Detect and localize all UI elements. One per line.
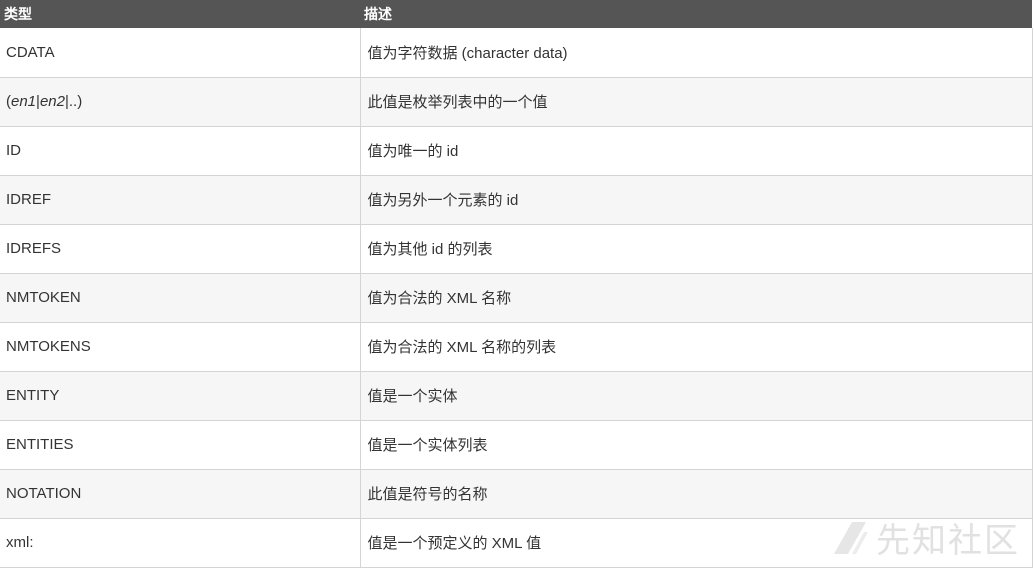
table-row: NMTOKENS 值为合法的 XML 名称的列表 (0, 322, 1033, 372)
cell-type: ENTITY (0, 371, 361, 421)
cell-type: ID (0, 126, 361, 176)
cell-description: 此值是符号的名称 (360, 469, 1033, 519)
cell-type: (en1|en2|..) (0, 77, 361, 127)
cell-description: 值为字符数据 (character data) (360, 28, 1033, 78)
cell-type: ENTITIES (0, 420, 361, 470)
table-row: NMTOKEN 值为合法的 XML 名称 (0, 273, 1033, 323)
cell-type: xml: (0, 518, 361, 568)
table-row: CDATA 值为字符数据 (character data) (0, 28, 1033, 78)
cell-description: 值为唯一的 id (360, 126, 1033, 176)
cell-description: 值为合法的 XML 名称 (360, 273, 1033, 323)
cell-description: 值是一个预定义的 XML 值 (360, 518, 1033, 568)
header-type: 类型 (4, 6, 32, 22)
cell-description: 此值是枚举列表中的一个值 (360, 77, 1033, 127)
table-row: ID 值为唯一的 id (0, 126, 1033, 176)
table-row: ENTITIES 值是一个实体列表 (0, 420, 1033, 470)
type-part-italic: en2 (39, 93, 65, 110)
cell-description: 值是一个实体列表 (360, 420, 1033, 470)
table-row: IDREF 值为另外一个元素的 id (0, 175, 1033, 225)
cell-type: NOTATION (0, 469, 361, 519)
cell-type: NMTOKENS (0, 322, 361, 372)
cell-type: IDREFS (0, 224, 361, 274)
type-part-italic: en1 (11, 93, 37, 110)
header-description: 描述 (364, 6, 392, 22)
cell-type: IDREF (0, 175, 361, 225)
table-header-row: 类型 描述 (0, 0, 1032, 28)
cell-description: 值是一个实体 (360, 371, 1033, 421)
page: 类型 描述 CDATA 值为字符数据 (character data) (en1… (0, 0, 1034, 568)
table-row: IDREFS 值为其他 id 的列表 (0, 224, 1033, 274)
cell-description: 值为另外一个元素的 id (360, 175, 1033, 225)
table-row: NOTATION 此值是符号的名称 (0, 469, 1033, 519)
type-part: |..) (64, 93, 83, 110)
cell-description: 值为合法的 XML 名称的列表 (360, 322, 1033, 372)
cell-type: NMTOKEN (0, 273, 361, 323)
table-row: (en1|en2|..) 此值是枚举列表中的一个值 (0, 77, 1033, 127)
cell-type: CDATA (0, 28, 361, 78)
table-row: xml: 值是一个预定义的 XML 值 (0, 518, 1033, 568)
table-row: ENTITY 值是一个实体 (0, 371, 1033, 421)
attribute-types-table: 类型 描述 CDATA 值为字符数据 (character data) (en1… (0, 0, 1033, 568)
cell-description: 值为其他 id 的列表 (360, 224, 1033, 274)
